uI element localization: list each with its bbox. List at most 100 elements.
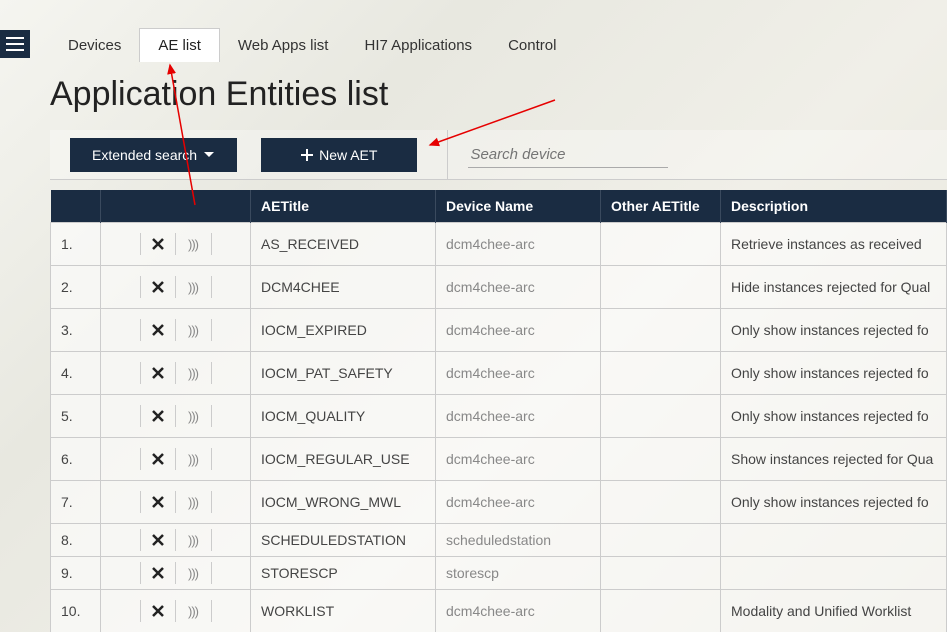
echo-icon[interactable]: ))) xyxy=(176,233,212,255)
table-row: 7.)))IOCM_WRONG_MWLdcm4chee-arcOnly show… xyxy=(51,481,947,524)
other-aetitle xyxy=(601,590,721,632)
row-actions: ))) xyxy=(101,352,251,395)
other-aetitle xyxy=(601,266,721,309)
echo-icon[interactable]: ))) xyxy=(176,562,212,584)
row-index: 10. xyxy=(51,590,101,632)
row-actions: ))) xyxy=(101,481,251,524)
row-actions: ))) xyxy=(101,524,251,557)
col-header-index xyxy=(51,190,101,223)
row-index: 8. xyxy=(51,524,101,557)
device-name: dcm4chee-arc xyxy=(436,309,601,352)
ae-table: AETitle Device Name Other AETitle Descri… xyxy=(50,190,947,632)
hamburger-menu-button[interactable] xyxy=(0,30,30,58)
other-aetitle xyxy=(601,223,721,266)
other-aetitle xyxy=(601,395,721,438)
other-aetitle xyxy=(601,481,721,524)
echo-icon[interactable]: ))) xyxy=(176,362,212,384)
echo-icon[interactable]: ))) xyxy=(176,491,212,513)
table-row: 3.))) IOCM_EXPIREDdcm4chee-arc Only show i… xyxy=(51,309,947,352)
search-input[interactable] xyxy=(468,142,668,168)
echo-icon[interactable]: ))) xyxy=(176,529,212,551)
description: Hide instances rejected for Qual xyxy=(721,266,947,309)
echo-icon[interactable]: ))) xyxy=(176,276,212,298)
ae-title: STORESCP xyxy=(251,557,436,590)
ae-title: IOCM_PAT_SAFETY xyxy=(251,352,436,395)
other-aetitle xyxy=(601,557,721,590)
other-aetitle xyxy=(601,309,721,352)
table-row: 6.)))IOCM_REGULAR_USEdcm4chee-arcShow in… xyxy=(51,438,947,481)
tab-control[interactable]: Control xyxy=(490,29,574,62)
ae-title: WORKLIST xyxy=(251,590,436,632)
col-header-device: Device Name xyxy=(436,190,601,223)
new-aet-label: New AET xyxy=(319,147,377,163)
delete-icon[interactable] xyxy=(140,491,176,513)
page-title: Application Entities list xyxy=(50,75,388,114)
row-actions: ))) xyxy=(101,223,251,266)
ae-title: DCM4CHEE xyxy=(251,266,436,309)
delete-icon[interactable] xyxy=(140,562,176,584)
row-actions: ))) xyxy=(101,438,251,481)
extended-search-button[interactable]: Extended search xyxy=(70,138,237,172)
row-index: 4. xyxy=(51,352,101,395)
col-header-desc: Description xyxy=(721,190,947,223)
delete-icon[interactable] xyxy=(140,319,176,341)
device-name: dcm4chee-arc xyxy=(436,481,601,524)
description: Only show instances rejected fo xyxy=(721,481,947,524)
table-row: 9.))) STORESCPstorescp xyxy=(51,557,947,590)
plus-icon xyxy=(301,149,313,161)
table-row: 4.))) IOCM_PAT_SAFETYdcm4chee-arc Only sho… xyxy=(51,352,947,395)
row-actions: ))) xyxy=(101,557,251,590)
echo-icon[interactable]: ))) xyxy=(176,448,212,470)
delete-icon[interactable] xyxy=(140,405,176,427)
row-index: 9. xyxy=(51,557,101,590)
col-header-actions xyxy=(101,190,251,223)
hamburger-icon xyxy=(6,37,24,51)
new-aet-button[interactable]: New AET xyxy=(261,138,417,172)
device-name: storescp xyxy=(436,557,601,590)
echo-icon[interactable]: ))) xyxy=(176,319,212,341)
ae-title: IOCM_EXPIRED xyxy=(251,309,436,352)
delete-icon[interactable] xyxy=(140,362,176,384)
delete-icon[interactable] xyxy=(140,600,176,622)
echo-icon[interactable]: ))) xyxy=(176,600,212,622)
table-row: 1.)))AS_RECEIVEDdcm4chee-arcRetrieve ins… xyxy=(51,223,947,266)
tab-ae-list[interactable]: AE list xyxy=(139,28,220,62)
tab-web-apps[interactable]: Web Apps list xyxy=(220,29,347,62)
tab-hl7[interactable]: HI7 Applications xyxy=(346,29,490,62)
table-row: 10.))) WORKLISTdcm4chee-arc Modality and U… xyxy=(51,590,947,632)
extended-search-label: Extended search xyxy=(92,147,197,163)
device-name: scheduledstation xyxy=(436,524,601,557)
row-index: 1. xyxy=(51,223,101,266)
chevron-down-icon xyxy=(203,149,215,161)
device-name: dcm4chee-arc xyxy=(436,590,601,632)
delete-icon[interactable] xyxy=(140,276,176,298)
other-aetitle xyxy=(601,352,721,395)
description: Only show instances rejected fo xyxy=(721,352,947,395)
row-actions: ))) xyxy=(101,590,251,632)
row-index: 6. xyxy=(51,438,101,481)
table-row: 2.))) DCM4CHEEdcm4chee-arc Hide instances … xyxy=(51,266,947,309)
ae-title: IOCM_WRONG_MWL xyxy=(251,481,436,524)
description xyxy=(721,557,947,590)
row-actions: ))) xyxy=(101,309,251,352)
description: Only show instances rejected fo xyxy=(721,309,947,352)
tab-devices[interactable]: Devices xyxy=(50,29,139,62)
description xyxy=(721,524,947,557)
other-aetitle xyxy=(601,524,721,557)
delete-icon[interactable] xyxy=(140,529,176,551)
device-name: dcm4chee-arc xyxy=(436,223,601,266)
delete-icon[interactable] xyxy=(140,233,176,255)
row-index: 2. xyxy=(51,266,101,309)
ae-table-wrap: AETitle Device Name Other AETitle Descri… xyxy=(50,190,947,632)
description: Only show instances rejected fo xyxy=(721,395,947,438)
device-name: dcm4chee-arc xyxy=(436,266,601,309)
table-row: 8.)))SCHEDULEDSTATIONscheduledstation xyxy=(51,524,947,557)
device-name: dcm4chee-arc xyxy=(436,352,601,395)
echo-icon[interactable]: ))) xyxy=(176,405,212,427)
col-header-aetitle: AETitle xyxy=(251,190,436,223)
device-name: dcm4chee-arc xyxy=(436,395,601,438)
delete-icon[interactable] xyxy=(140,448,176,470)
description: Modality and Unified Worklist xyxy=(721,590,947,632)
row-index: 3. xyxy=(51,309,101,352)
other-aetitle xyxy=(601,438,721,481)
